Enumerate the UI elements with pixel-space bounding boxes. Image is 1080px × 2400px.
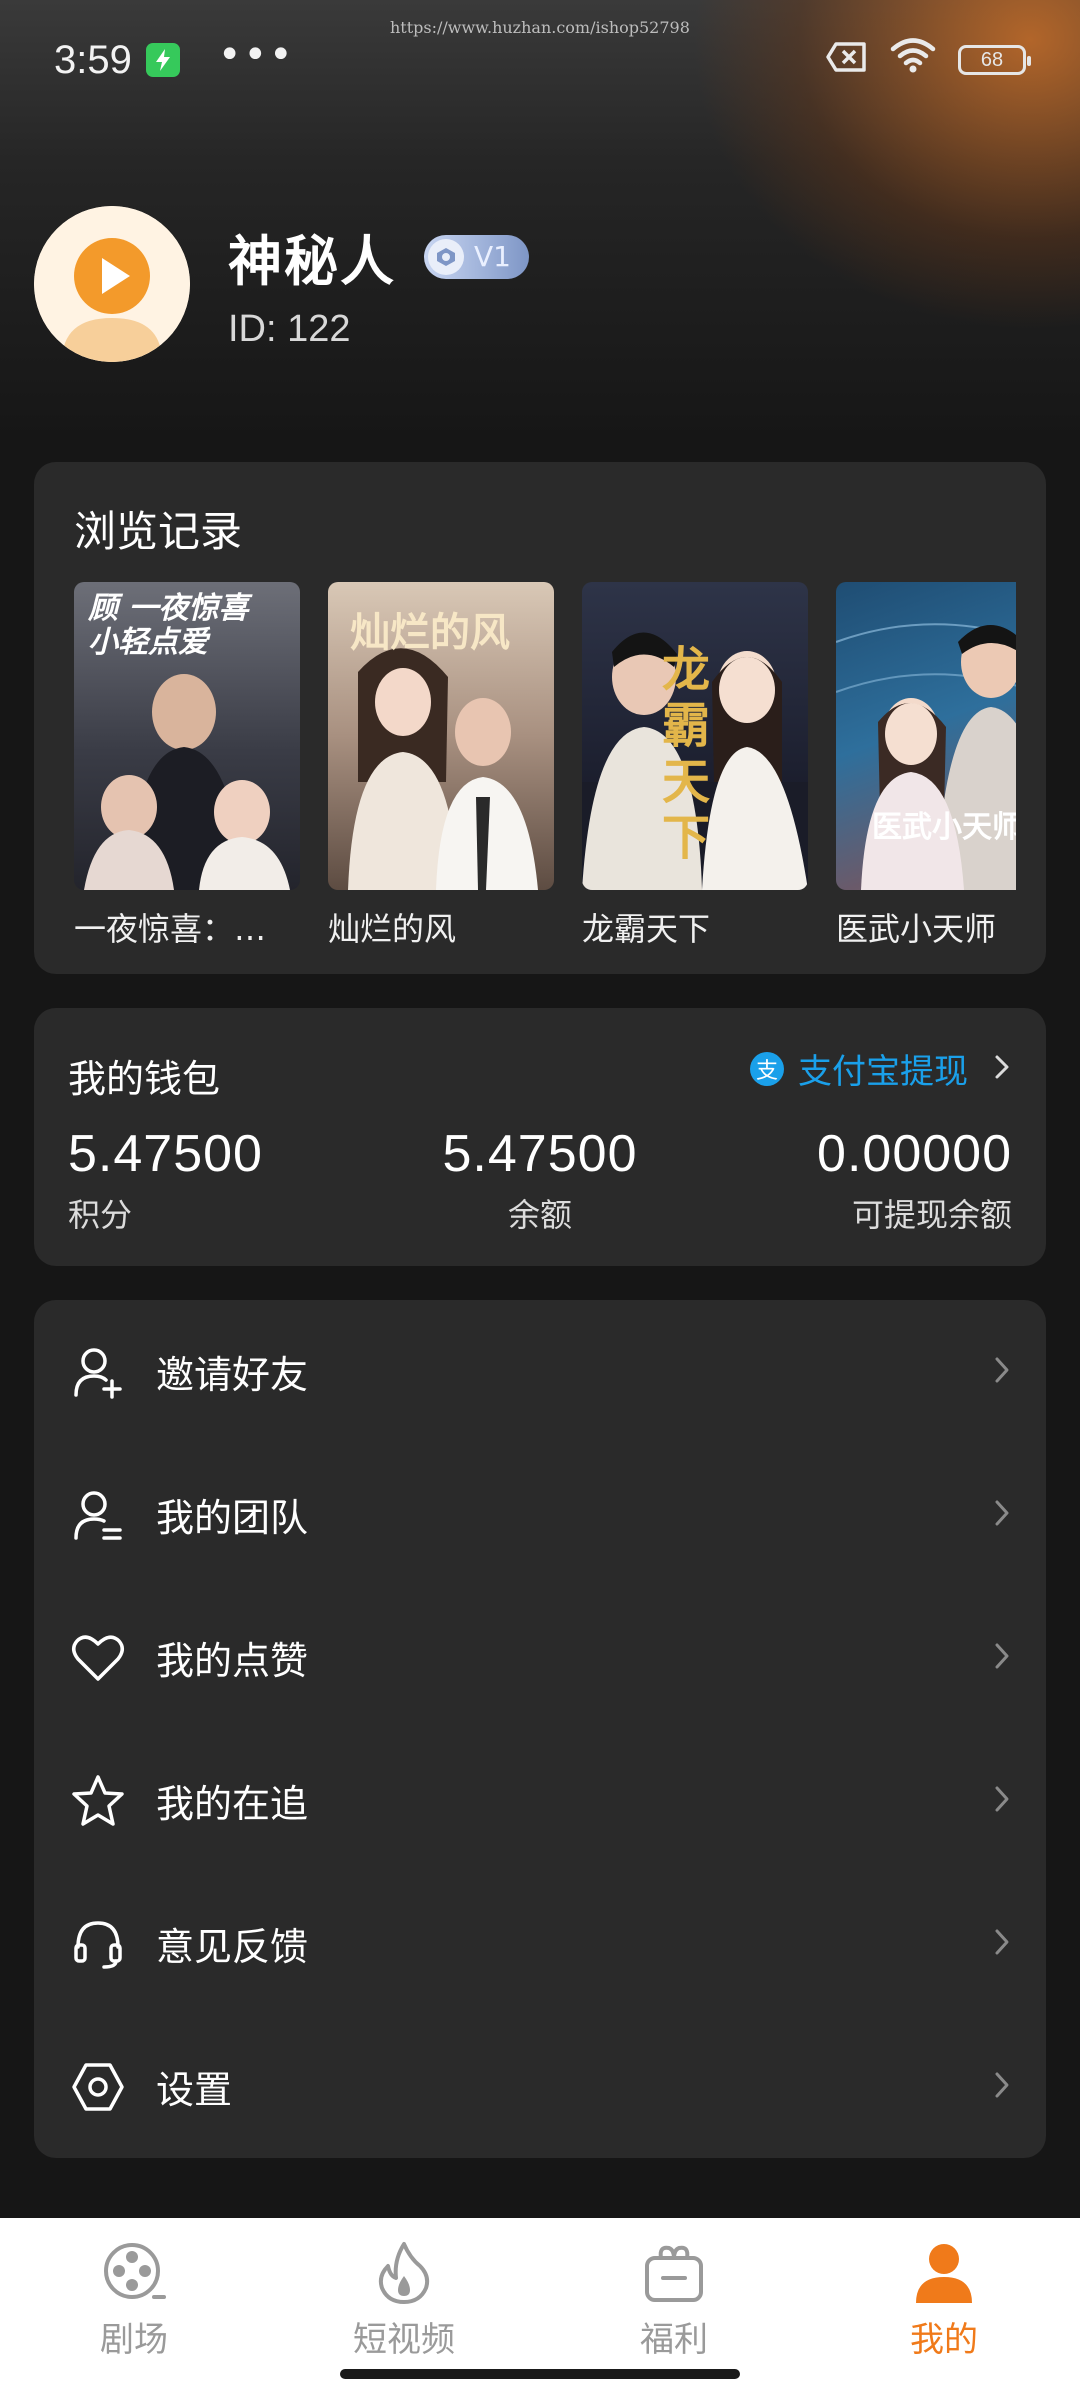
invite-friend-icon xyxy=(70,1344,126,1400)
drama-title: 医武小天师 xyxy=(836,910,997,948)
status-bar: 3:59 ••• https://www.huzhan.com/ishop527… xyxy=(0,0,1080,120)
flame-icon xyxy=(369,2238,439,2308)
alipay-icon: 支 xyxy=(750,1051,784,1086)
history-item[interactable]: 灿烂的风 灿烂的风 xyxy=(328,582,554,950)
menu-label: 设置 xyxy=(156,2068,233,2112)
browsing-history-card: 浏览记录 顾 一夜惊喜 小轻点爱 一夜惊喜：… 灿烂的风 灿烂的风 龙霸天下 龙… xyxy=(34,462,1046,974)
tab-label: 我的 xyxy=(910,2320,978,2360)
menu-label: 意见反馈 xyxy=(156,1925,309,1969)
withdrawable-label: 可提现余额 xyxy=(851,1196,1012,1234)
drama-title: 灿烂的风 xyxy=(328,910,457,948)
drama-title: 龙霸天下 xyxy=(582,910,711,948)
chevron-right-icon xyxy=(994,1785,1010,1817)
points-stat[interactable]: 5.47500 积分 xyxy=(68,1124,263,1236)
menu-label: 我的在追 xyxy=(156,1782,309,1826)
gift-box-icon xyxy=(639,2238,709,2308)
chevron-right-icon xyxy=(994,1049,1010,1089)
username-row: 神秘人 V1 xyxy=(228,217,529,296)
status-time: 3:59 xyxy=(54,37,132,82)
menu-item-feedback[interactable]: 意见反馈 xyxy=(34,1872,1046,2015)
headset-icon xyxy=(70,1916,126,1972)
settings-icon xyxy=(70,2059,126,2115)
vip-crown-icon xyxy=(428,238,464,275)
drama-poster[interactable]: 医武小天师 xyxy=(836,582,1016,890)
menu-item-my-team[interactable]: 我的团队 xyxy=(34,1443,1046,1586)
poster-title-art: 龙霸天下 xyxy=(662,642,711,866)
vip-level: V1 xyxy=(474,240,511,273)
vip-badge: V1 xyxy=(424,234,529,279)
person-icon xyxy=(909,2238,979,2308)
status-left: 3:59 ••• xyxy=(54,32,295,83)
history-scroller[interactable]: 顾 一夜惊喜 小轻点爱 一夜惊喜：… 灿烂的风 灿烂的风 龙霸天下 龙霸天下 医… xyxy=(74,582,1016,952)
poster-title-art: 灿烂的风 xyxy=(350,609,510,656)
chevron-right-icon xyxy=(994,1642,1010,1674)
tab-label: 福利 xyxy=(640,2320,708,2360)
drama-poster[interactable]: 顾 一夜惊喜 小轻点爱 xyxy=(74,582,300,890)
star-icon xyxy=(70,1773,126,1829)
menu-label: 我的点赞 xyxy=(156,1639,309,1683)
balance-label: 余额 xyxy=(507,1196,572,1234)
chevron-right-icon xyxy=(994,1928,1010,1960)
menu-item-my-likes[interactable]: 我的点赞 xyxy=(34,1586,1046,1729)
history-item[interactable]: 龙霸天下 龙霸天下 xyxy=(582,582,808,950)
more-notifications-icon: ••• xyxy=(217,32,295,78)
menu-label: 我的团队 xyxy=(156,1496,309,1540)
chevron-right-icon xyxy=(994,1356,1010,1388)
menu-label: 邀请好友 xyxy=(156,1353,309,1397)
withdrawable-stat[interactable]: 0.00000 可提现余额 xyxy=(817,1124,1012,1236)
withdrawable-value: 0.00000 xyxy=(817,1125,1012,1183)
drama-title: 一夜惊喜：… xyxy=(74,910,267,948)
poster-title-art: 顾 一夜惊喜 小轻点爱 xyxy=(88,591,249,660)
balance-stat[interactable]: 5.47500 余额 xyxy=(440,1124,640,1236)
menu-item-invite-friends[interactable]: 邀请好友 xyxy=(34,1300,1046,1443)
history-list: 顾 一夜惊喜 小轻点爱 一夜惊喜：… 灿烂的风 灿烂的风 龙霸天下 龙霸天下 医… xyxy=(74,582,1016,950)
history-title: 浏览记录 xyxy=(74,507,243,556)
menu-card: 邀请好友 我的团队 我的点赞 我的在追 意见反馈 设置 xyxy=(34,1300,1046,2158)
balance-value: 5.47500 xyxy=(442,1125,638,1183)
avatar[interactable] xyxy=(34,206,190,362)
profile-header[interactable]: 神秘人 V1 ID: 122 xyxy=(34,206,529,362)
tab-label: 短视频 xyxy=(353,2320,455,2360)
chevron-right-icon xyxy=(994,1499,1010,1531)
history-item[interactable]: 医武小天师 医武小天师 xyxy=(836,582,1016,950)
tab-theater[interactable]: 剧场 xyxy=(54,2238,214,2361)
drama-poster[interactable]: 灿烂的风 xyxy=(328,582,554,890)
points-label: 积分 xyxy=(68,1196,133,1234)
alipay-withdraw-link[interactable]: 支 支付宝提现 xyxy=(750,1044,1010,1093)
tab-short-video[interactable]: 短视频 xyxy=(324,2238,484,2361)
heart-icon xyxy=(70,1630,126,1686)
tab-welfare[interactable]: 福利 xyxy=(594,2238,754,2361)
profile-info: 神秘人 V1 ID: 122 xyxy=(228,217,529,351)
points-value: 5.47500 xyxy=(68,1125,263,1183)
status-right: 68 xyxy=(826,37,1031,83)
battery-icon: 68 xyxy=(958,45,1031,75)
history-item[interactable]: 顾 一夜惊喜 小轻点爱 一夜惊喜：… xyxy=(74,582,300,950)
wallet-title: 我的钱包 xyxy=(68,1057,221,1101)
team-icon xyxy=(70,1487,126,1543)
film-reel-icon xyxy=(99,2238,169,2308)
username: 神秘人 xyxy=(228,230,396,293)
no-sim-icon xyxy=(826,38,868,82)
tab-mine[interactable]: 我的 xyxy=(864,2238,1024,2361)
wallet-card: 我的钱包 支 支付宝提现 5.47500 积分 5.47500 余额 0.000… xyxy=(34,1008,1046,1266)
watermark-text: https://www.huzhan.com/ishop52798 xyxy=(390,18,690,37)
poster-title-art: 医武小天师 xyxy=(872,810,1016,845)
tab-label: 剧场 xyxy=(100,2320,168,2360)
charging-icon xyxy=(145,43,180,77)
alipay-withdraw-label: 支付宝提现 xyxy=(798,1052,968,1092)
menu-item-settings[interactable]: 设置 xyxy=(34,2015,1046,2158)
wifi-icon xyxy=(890,37,936,83)
drama-poster[interactable]: 龙霸天下 xyxy=(582,582,808,890)
user-id: ID: 122 xyxy=(228,308,351,350)
chevron-right-icon xyxy=(994,2071,1010,2103)
menu-item-following[interactable]: 我的在追 xyxy=(34,1729,1046,1872)
home-indicator[interactable] xyxy=(340,2369,740,2379)
